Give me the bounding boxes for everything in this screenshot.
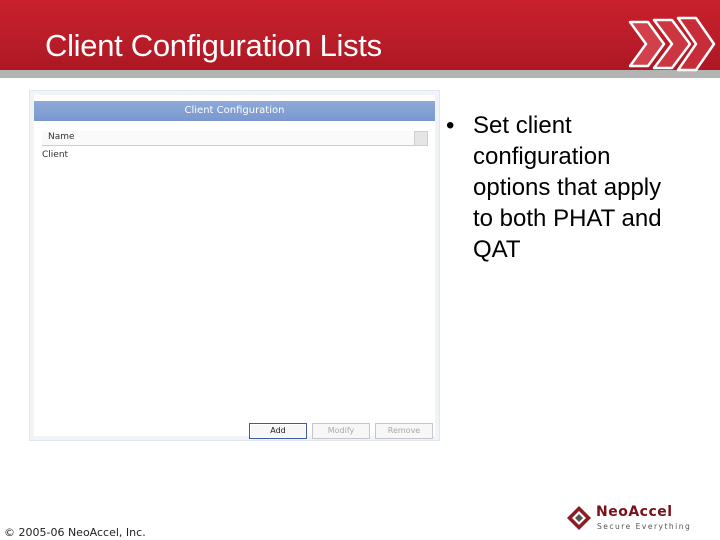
client-configuration-screenshot: Client Configuration Name Client Add Mod… — [29, 90, 440, 441]
logo-tagline: Secure Everything — [597, 522, 692, 531]
neoaccel-logo: NeoAccel Secure Everything — [564, 503, 714, 533]
name-column-header[interactable]: Name — [42, 131, 422, 146]
logo-name: NeoAccel — [596, 504, 673, 520]
name-column-label: Name — [48, 132, 75, 142]
client-configuration-panel: Client Configuration Name Client Add Mod… — [34, 95, 435, 439]
panel-header: Client Configuration — [34, 101, 435, 121]
column-scroll-stub — [414, 131, 428, 146]
add-button[interactable]: Add — [249, 423, 307, 439]
bullet-point: • Set client configuration options that … — [446, 110, 676, 265]
neoaccel-logo-icon — [567, 506, 591, 530]
title-bar-shadow — [0, 70, 720, 78]
remove-button[interactable]: Remove — [375, 423, 433, 439]
copyright-notice: © 2005-06 NeoAccel, Inc. — [4, 526, 146, 539]
modify-button[interactable]: Modify — [312, 423, 370, 439]
list-item-client[interactable]: Client — [40, 148, 420, 162]
bullet-dot-icon: • — [446, 112, 455, 139]
slide-title: Client Configuration Lists — [45, 28, 382, 63]
chevron-arrows-icon — [628, 16, 716, 72]
bullet-text: Set client configuration options that ap… — [473, 112, 662, 263]
